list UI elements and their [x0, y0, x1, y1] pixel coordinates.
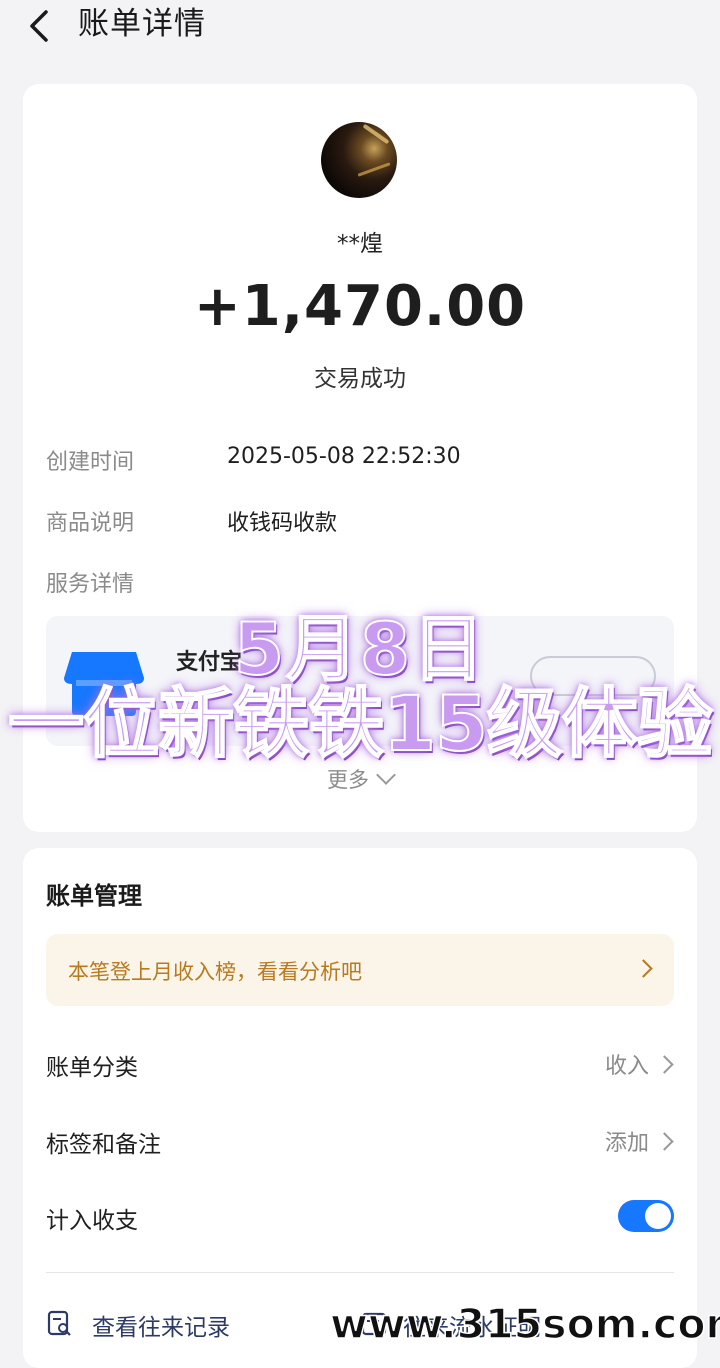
payer-name: **煌 — [337, 231, 383, 257]
back-arrow-icon[interactable] — [22, 6, 58, 46]
page-title: 账单详情 — [78, 6, 206, 42]
chevron-right-icon — [655, 1132, 674, 1151]
overlay-caption-text: 一位新铁铁15级体验 — [7, 678, 714, 769]
product-desc-label: 商品说明 — [46, 511, 135, 536]
created-time-label: 创建时间 — [46, 450, 135, 475]
bill-management-card: 账单管理 本笔登上月收入榜，看看分析吧 账单分类 收入 标签和备注 添加 计入收… — [23, 848, 697, 1368]
banner-text: 本笔登上月收入榜，看看分析吧 — [68, 960, 362, 984]
include-in-stats-label: 计入收支 — [46, 1208, 138, 1234]
tags-notes-label[interactable]: 标签和备注 — [46, 1125, 161, 1159]
transaction-amount: +1,470.00 — [193, 274, 527, 339]
bill-category-value[interactable]: 收入 — [605, 1048, 649, 1080]
include-in-stats-toggle[interactable] — [618, 1200, 674, 1232]
income-rank-banner[interactable]: 本笔登上月收入榜，看看分析吧 — [46, 934, 674, 1006]
watermark-text: www.315som.com — [329, 1299, 720, 1349]
chevron-right-icon — [634, 959, 653, 978]
created-time-value: 2025-05-08 22:52:30 — [227, 444, 461, 469]
transaction-status: 交易成功 — [314, 366, 406, 392]
bill-category-label[interactable]: 账单分类 — [46, 1048, 138, 1082]
product-desc-value: 收钱码收款 — [227, 511, 338, 536]
top-bar: 账单详情 — [0, 0, 720, 60]
divider — [46, 1272, 674, 1273]
view-records-link[interactable]: 查看往来记录 — [92, 1308, 230, 1342]
records-search-icon — [47, 1310, 71, 1336]
tags-notes-value[interactable]: 添加 — [605, 1125, 649, 1157]
toggle-knob — [645, 1203, 671, 1229]
management-title: 账单管理 — [46, 882, 142, 910]
payer-avatar — [321, 122, 397, 198]
chevron-right-icon — [655, 1055, 674, 1074]
